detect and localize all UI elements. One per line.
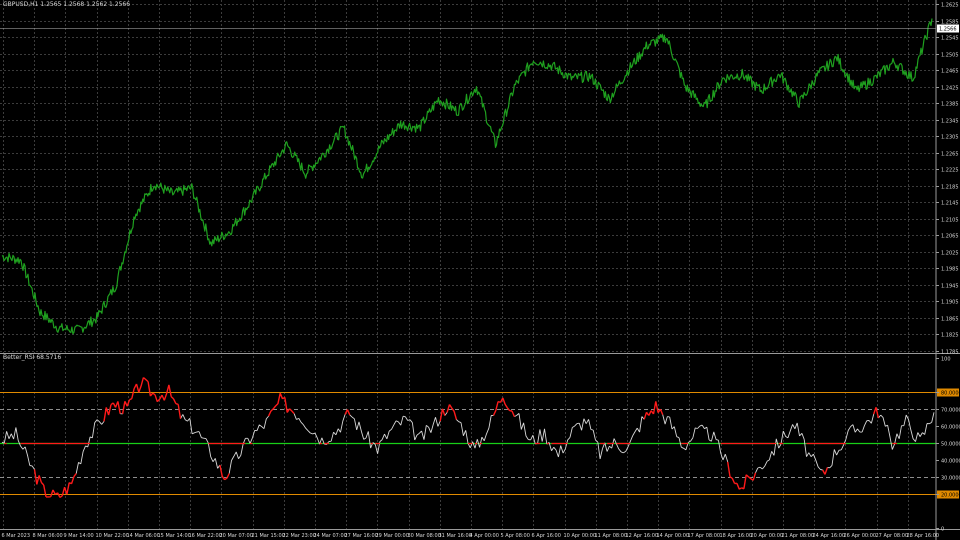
time-tick-label: 16 Mar 22:00 xyxy=(189,533,222,539)
time-tick-label: 17 Apr 08:00 xyxy=(688,533,721,539)
time-tick-label: 24 Apr 16:00 xyxy=(813,533,846,539)
time-tick-label: 5 Apr 08:00 xyxy=(501,533,530,539)
price-series-line xyxy=(1,18,933,335)
price-tick-label: 1.1945 xyxy=(941,284,959,290)
rsi-tick-label: 30.0000 xyxy=(941,476,960,482)
time-tick-label: 8 Mar 06:00 xyxy=(33,533,63,539)
price-tick-label: 1.2265 xyxy=(941,152,959,158)
time-tick-label: 15 Mar 14:00 xyxy=(158,533,191,539)
time-tick-label: 14 Mar 06:00 xyxy=(127,533,160,539)
price-tick-label: 1.2105 xyxy=(941,218,959,224)
price-tick-label: 1.2305 xyxy=(941,135,959,141)
price-tick-label: 1.2345 xyxy=(941,119,959,125)
price-tick-label: 1.1825 xyxy=(941,333,959,339)
chart-root: 6 Mar 2023 8 Mar 06:00 9 Mar 14:00 10 Mar 2… xyxy=(0,0,960,540)
time-tick-label: 10 Mar 22:00 xyxy=(96,533,129,539)
rsi-extreme-segments xyxy=(33,376,880,499)
rsi-tick-label: 70.0000 xyxy=(941,408,960,414)
price-tick-label: 1.2625 xyxy=(941,3,959,9)
time-tick-label: 20 Apr 00:00 xyxy=(751,533,784,539)
time-tick-label: 24 Mar 07:00 xyxy=(314,533,347,539)
rsi-tick-label: 40.0000 xyxy=(941,459,960,465)
time-tick-label: 22 Mar 23:00 xyxy=(283,533,316,539)
rsi-tick-label: 80.0000 xyxy=(941,391,960,397)
time-tick-label: 6 Mar 2023 xyxy=(2,533,31,539)
time-tick-label: 10 Apr 00:00 xyxy=(564,533,597,539)
time-tick-label: 21 Mar 15:00 xyxy=(252,533,285,539)
time-tick-label: 30 Mar 08:00 xyxy=(408,533,441,539)
symbol-info-header: GBPUSD,H1 1.2565 1.2568 1.2562 1.2566 xyxy=(3,1,131,8)
price-tick-label: 1.1985 xyxy=(941,267,959,273)
price-tick-label: 1.2025 xyxy=(941,251,959,257)
rsi-tick-label: 50.0000 xyxy=(941,442,960,448)
time-tick-label: 6 Apr 16:00 xyxy=(532,533,561,539)
axes: 6 Mar 2023 8 Mar 06:00 9 Mar 14:00 10 Mar 2… xyxy=(0,0,960,540)
price-tick-label: 1.2505 xyxy=(941,53,959,59)
time-tick-label: 21 Apr 08:00 xyxy=(782,533,815,539)
price-tick-label: 1.2225 xyxy=(941,168,959,174)
time-tick-label: 31 Mar 16:00 xyxy=(439,533,472,539)
price-tick-label: 1.2545 xyxy=(941,36,959,42)
price-tick-label: 1.2145 xyxy=(941,201,959,207)
price-tick-label: 1.1905 xyxy=(941,300,959,306)
rsi-chart xyxy=(0,376,936,499)
rsi-tick-label: 20.0000 xyxy=(941,493,960,499)
price-chart xyxy=(0,18,936,335)
time-tick-label: 26 Apr 00:00 xyxy=(844,533,877,539)
rsi-tick-label: 0 xyxy=(941,527,944,533)
time-tick-label: 27 Apr 08:00 xyxy=(876,533,909,539)
rsi-tick-label: 100 xyxy=(941,357,951,363)
price-tick-label: 1.1865 xyxy=(941,317,959,323)
time-tick-label: 11 Apr 08:00 xyxy=(595,533,628,539)
current-price-label: 1.2566 xyxy=(939,27,957,33)
price-tick-label: 1.2185 xyxy=(941,185,959,191)
time-tick-label: 4 Apr 00:00 xyxy=(470,533,499,539)
time-tick-label: 28 Apr 16:00 xyxy=(907,533,940,539)
indicator-info-header: Better_RSI 68.5716 xyxy=(3,354,62,361)
time-tick-label: 27 Mar 16:00 xyxy=(345,533,378,539)
price-tick-label: 1.1785 xyxy=(941,350,959,356)
price-tick-label: 1.2065 xyxy=(941,234,959,240)
time-tick-label: 14 Apr 00:00 xyxy=(657,533,690,539)
time-tick-label: 29 Mar 00:00 xyxy=(376,533,409,539)
rsi-tick-label: 60.0000 xyxy=(941,425,960,431)
time-tick-label: 12 Apr 16:00 xyxy=(626,533,659,539)
time-tick-label: 20 Mar 07:00 xyxy=(220,533,253,539)
grid xyxy=(0,0,936,529)
time-tick-label: 18 Apr 16:00 xyxy=(720,533,753,539)
time-tick-label: 9 Mar 14:00 xyxy=(64,533,94,539)
price-tick-label: 1.2385 xyxy=(941,102,959,108)
price-tick-label: 1.2425 xyxy=(941,86,959,92)
price-tick-label: 1.2465 xyxy=(941,69,959,75)
